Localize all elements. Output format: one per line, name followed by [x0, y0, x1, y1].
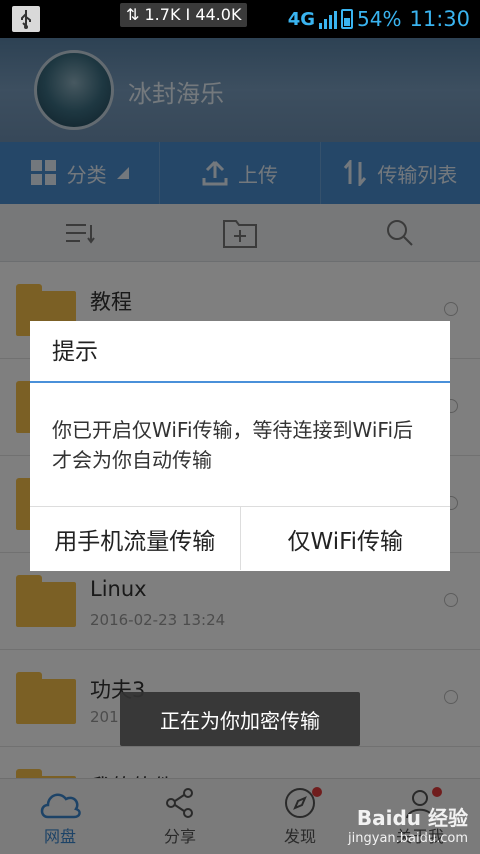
- watermark: Baidu 经验 jingyan.baidu.com: [348, 802, 468, 846]
- network-type: 4G: [287, 8, 316, 30]
- usb-icon: [12, 6, 40, 32]
- watermark-brand: Baidu 经验: [356, 806, 468, 830]
- signal-icon: [319, 9, 338, 29]
- wifi-only-button[interactable]: 仅WiFi传输: [239, 507, 450, 570]
- status-bar: ⇅ 1.7K I 44.0K 4G 54% 11:30: [0, 0, 480, 38]
- battery-level: 54%: [357, 7, 402, 31]
- wifi-prompt-dialog: 提示 你已开启仅WiFi传输，等待连接到WiFi后才会为你自动传输 用手机流量传…: [30, 321, 450, 571]
- dialog-message: 你已开启仅WiFi传输，等待连接到WiFi后才会为你自动传输: [52, 418, 413, 472]
- toast-message: 正在为你加密传输: [120, 692, 360, 746]
- clock: 11:30: [409, 7, 470, 31]
- battery-icon: [341, 9, 354, 29]
- dialog-title: 提示: [30, 321, 450, 383]
- network-speed: ⇅ 1.7K I 44.0K: [120, 3, 248, 27]
- watermark-url: jingyan.baidu.com: [348, 831, 468, 846]
- dialog-buttons: 用手机流量传输 仅WiFi传输: [30, 506, 450, 570]
- use-mobile-data-button[interactable]: 用手机流量传输: [30, 507, 240, 570]
